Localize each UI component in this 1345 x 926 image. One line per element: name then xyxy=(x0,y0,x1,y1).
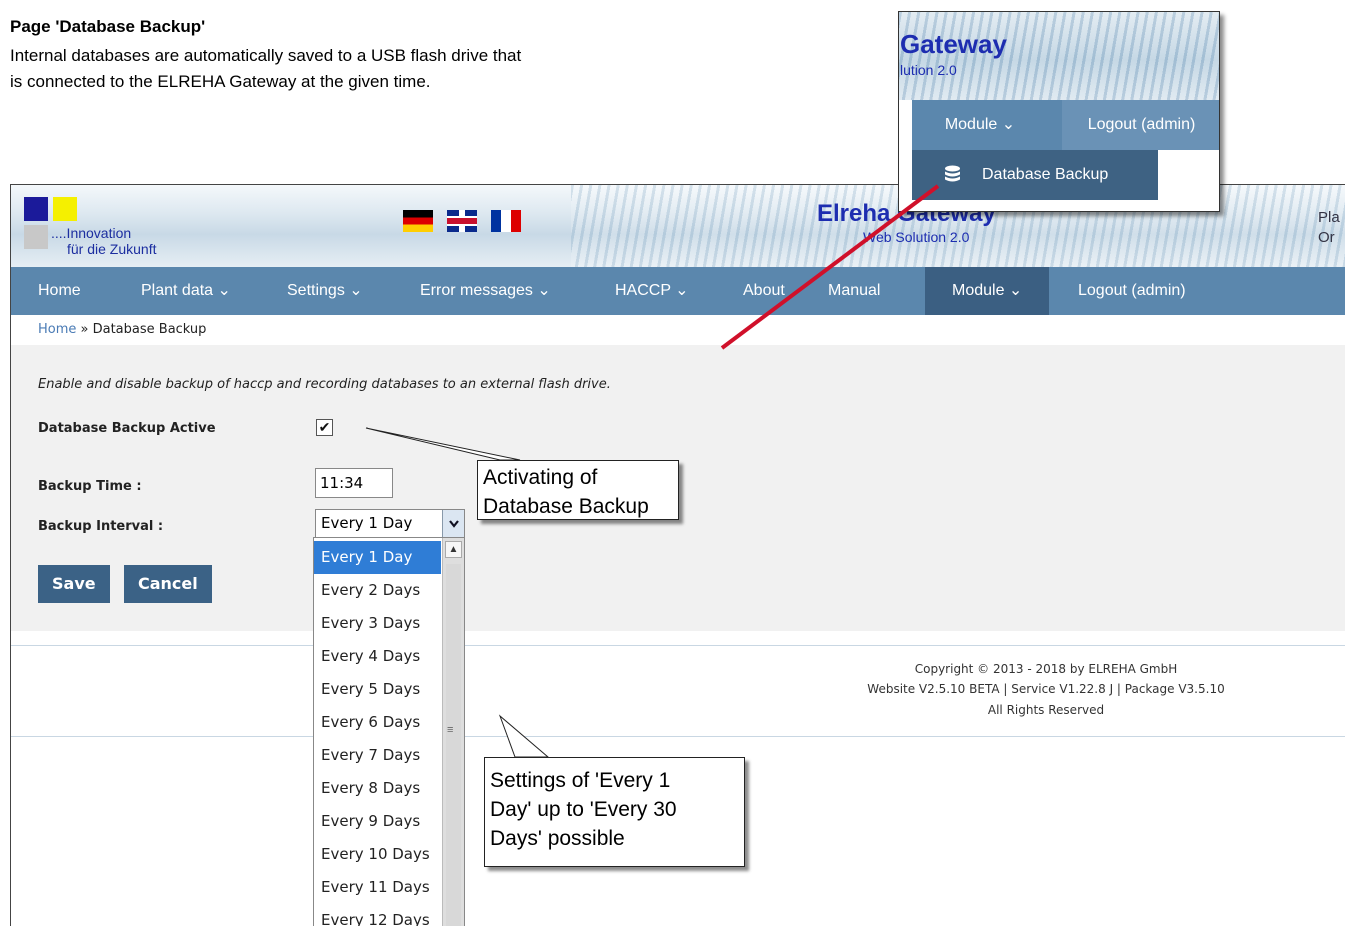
callout-interval-settings: Settings of 'Every 1 Day' up to 'Every 3… xyxy=(484,757,745,867)
logo-blue-square xyxy=(24,197,48,221)
dropdown-option[interactable]: Every 5 Days xyxy=(314,673,441,706)
doc-title: Page 'Database Backup' xyxy=(10,17,206,36)
chevron-down-icon[interactable] xyxy=(442,510,464,537)
nav-manual[interactable]: Manual xyxy=(828,267,880,315)
dropdown-option[interactable]: Every 2 Days xyxy=(314,574,441,607)
breadcrumb-home-link[interactable]: Home xyxy=(38,322,76,337)
header-right-line1: Pla xyxy=(1318,209,1340,226)
dropdown-option[interactable]: Every 10 Days xyxy=(314,838,441,871)
logo-gray-square xyxy=(24,225,48,249)
nav-home[interactable]: Home xyxy=(38,267,81,315)
dropdown-option[interactable]: Every 12 Days xyxy=(314,904,441,926)
save-button[interactable]: Save xyxy=(38,565,110,603)
callout-activating: Activating of Database Backup xyxy=(477,460,679,520)
nav-about[interactable]: About xyxy=(743,267,785,315)
nav-plant-data[interactable]: Plant data ⌄ xyxy=(141,267,231,315)
doc-description-line2: is connected to the ELREHA Gateway at th… xyxy=(10,72,431,91)
database-backup-menu-item[interactable]: Database Backup xyxy=(912,150,1158,200)
header-right-line2: Or xyxy=(1318,229,1335,246)
nav-haccp[interactable]: HACCP ⌄ xyxy=(615,267,689,315)
brand-subtitle: Web Solution 2.0 xyxy=(863,229,970,245)
main-navbar: Home Plant data ⌄ Settings ⌄ Error messa… xyxy=(11,267,1345,315)
inset-header: Gateway lution 2.0 xyxy=(899,12,1219,100)
backup-interval-select[interactable]: Every 1 Day xyxy=(315,509,465,538)
backup-interval-value: Every 1 Day xyxy=(321,514,413,532)
footer-copyright: Copyright © 2013 - 2018 by ELREHA GmbH xyxy=(914,662,1178,676)
breadcrumb-current: Database Backup xyxy=(92,322,207,337)
nav-error-messages[interactable]: Error messages ⌄ xyxy=(420,267,551,315)
callout-settings-line2: Day' up to 'Every 30 xyxy=(490,798,677,821)
backup-time-label: Backup Time : xyxy=(38,479,142,494)
dropdown-option[interactable]: Every 8 Days xyxy=(314,772,441,805)
inset-module-menu: Gateway lution 2.0 Module ⌄ Logout (admi… xyxy=(898,11,1220,212)
scrollbar-grip-icon: ≡ xyxy=(447,724,454,736)
callout-settings-line1: Settings of 'Every 1 xyxy=(490,769,671,792)
form-intro-text: Enable and disable backup of haccp and r… xyxy=(38,377,611,392)
dropdown-option[interactable]: Every 6 Days xyxy=(314,706,441,739)
doc-description-line1: Internal databases are automatically sav… xyxy=(10,46,522,65)
inset-brand-subtitle: lution 2.0 xyxy=(900,62,957,78)
scroll-up-arrow-icon[interactable]: ▲ xyxy=(445,541,462,558)
callout-settings-line3: Days' possible xyxy=(490,827,625,850)
dropdown-option[interactable]: Every 11 Days xyxy=(314,871,441,904)
dropdown-option[interactable]: Every 4 Days xyxy=(314,640,441,673)
dropdown-option[interactable]: Every 7 Days xyxy=(314,739,441,772)
dropdown-scrollbar[interactable]: ▲ ≡ xyxy=(442,538,464,926)
logo-tagline-1: ....Innovation xyxy=(51,225,132,241)
backup-active-label: Database Backup Active xyxy=(38,421,216,436)
backup-time-input[interactable]: 11:34 xyxy=(315,468,393,498)
nav-logout[interactable]: Logout (admin) xyxy=(1078,267,1186,315)
header-right-text: Pla Or xyxy=(1318,208,1340,248)
french-flag-icon[interactable] xyxy=(491,210,521,232)
footer-rights: All Rights Reserved xyxy=(987,703,1105,717)
dropdown-option[interactable]: Every 9 Days xyxy=(314,805,441,838)
callout-activating-line2: Database Backup xyxy=(483,495,649,518)
database-icon xyxy=(945,165,960,182)
footer: Copyright © 2013 - 2018 by ELREHA GmbH W… xyxy=(11,645,1345,737)
breadcrumb-separator: » xyxy=(76,322,93,337)
logo-yellow-square xyxy=(53,197,77,221)
inset-brand-title: Gateway xyxy=(900,29,1007,59)
scrollbar-thumb[interactable] xyxy=(446,564,461,926)
nav-module[interactable]: Module ⌄ xyxy=(925,267,1050,315)
backup-active-checkbox[interactable]: ✔ xyxy=(316,419,333,436)
backup-interval-label: Backup Interval : xyxy=(38,519,164,534)
dropdown-option[interactable]: Every 3 Days xyxy=(314,607,441,640)
logo-tagline-2: für die Zukunft xyxy=(67,241,157,257)
footer-versions: Website V2.5.10 BETA | Service V1.22.8 J… xyxy=(867,682,1225,696)
database-backup-menu-label: Database Backup xyxy=(982,166,1109,183)
doc-description: Internal databases are automatically sav… xyxy=(10,43,710,95)
cancel-button[interactable]: Cancel xyxy=(124,565,212,603)
dropdown-option[interactable]: Every 1 Day xyxy=(314,541,441,574)
uk-flag-icon[interactable] xyxy=(447,210,477,232)
backup-interval-dropdown-list: Every 1 Day Every 2 Days Every 3 Days Every… xyxy=(313,537,465,926)
breadcrumb: Home » Database Backup xyxy=(38,322,206,337)
german-flag-icon[interactable] xyxy=(403,210,433,232)
nav-settings[interactable]: Settings ⌄ xyxy=(287,267,363,315)
inset-nav-logout[interactable]: Logout (admin) xyxy=(1062,100,1219,150)
inset-nav-module[interactable]: Module ⌄ xyxy=(912,100,1048,150)
inset-navbar: Module ⌄ Logout (admin) xyxy=(912,100,1219,150)
callout-activating-line1: Activating of xyxy=(483,466,598,489)
